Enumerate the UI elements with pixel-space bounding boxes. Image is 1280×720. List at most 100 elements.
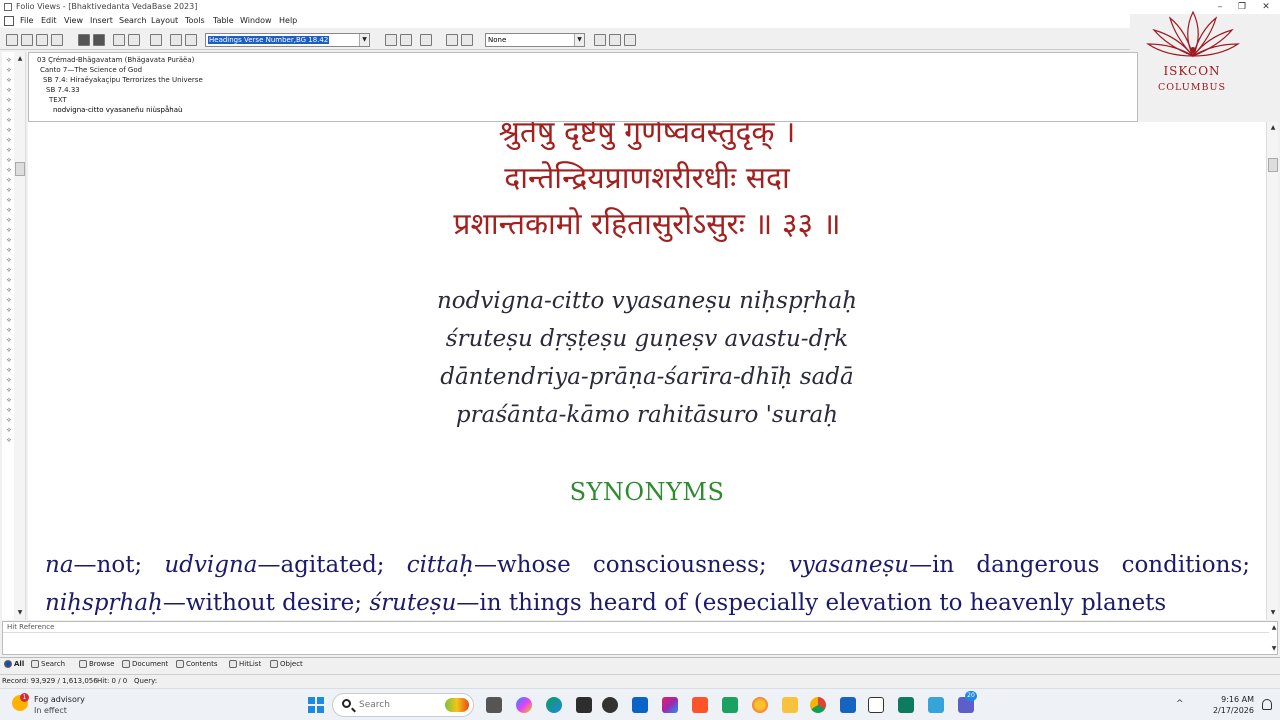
gutter-marker-icon[interactable]: ⟡ [5,436,13,444]
dell-icon[interactable] [602,697,618,713]
marker-icon[interactable] [609,34,621,46]
gutter-marker-icon[interactable]: ⟡ [5,306,13,314]
back-icon[interactable] [113,34,125,46]
tray-chevron-icon[interactable]: ^ [1176,699,1184,709]
tab-all[interactable]: All [4,659,24,669]
arrow-left-icon[interactable] [385,34,397,46]
taskbar-search[interactable] [332,693,474,717]
gutter-marker-icon[interactable]: ⟡ [5,236,13,244]
scroll-thumb[interactable] [1268,158,1278,172]
tree-item-chapter[interactable]: SB 7.4: Hiraëyakaçipu Terrorizes the Uni… [43,76,203,84]
gutter-marker-icon[interactable]: ⟡ [5,276,13,284]
gutter-marker-icon[interactable]: ⟡ [5,426,13,434]
jump-icon[interactable] [420,34,432,46]
gutter-marker-icon[interactable]: ⟡ [5,256,13,264]
gutter-marker-icon[interactable]: ⟡ [5,266,13,274]
binoculars-icon[interactable] [78,34,90,46]
gutter-marker-icon[interactable]: ⟡ [5,176,13,184]
tab-browse[interactable]: Browse [79,659,115,669]
outlook-icon[interactable] [632,697,648,713]
paste-icon[interactable] [461,34,473,46]
query-combo[interactable]: Headings Verse Number,BG 18.42 ▼ [205,33,370,47]
tree-item-verse-line[interactable]: nodvigna-citto vyasaneñu niùspåhaù [53,106,182,114]
scroll-up-icon[interactable]: ▲ [1268,123,1278,133]
menu-layout[interactable]: Layout [151,16,178,25]
gutter-marker-icon[interactable]: ⟡ [5,66,13,74]
edge-icon[interactable] [546,697,562,713]
tab-object[interactable]: Object [270,659,303,669]
tree-item-verse[interactable]: SB 7.4.33 [46,86,80,94]
menu-help[interactable]: Help [279,16,297,25]
gutter-marker-icon[interactable]: ⟡ [5,356,13,364]
chrome-icon[interactable] [810,697,826,713]
tree-item-collection[interactable]: 03 Çrémad-Bhägavatam (Bhägavata Puräëa) [37,56,194,64]
photos-icon[interactable] [662,697,678,713]
arrow-right-icon[interactable] [400,34,412,46]
scroll-thumb[interactable] [15,162,25,176]
gutter-marker-icon[interactable]: ⟡ [5,76,13,84]
remote-desktop-icon[interactable] [840,697,856,713]
store-icon[interactable] [576,697,592,713]
highlighter-icon[interactable] [594,34,606,46]
chevron-down-icon[interactable]: ▼ [359,34,369,46]
scroll-up-icon[interactable]: ▲ [15,54,25,64]
menu-tools[interactable]: Tools [185,16,205,25]
previous-hit-icon[interactable] [170,34,182,46]
save-icon[interactable] [36,34,48,46]
document-view-icon[interactable] [150,34,162,46]
copy-icon[interactable] [446,34,458,46]
folio-views-icon[interactable] [868,697,884,713]
gutter-marker-icon[interactable]: ⟡ [5,96,13,104]
gutter-marker-icon[interactable]: ⟡ [5,196,13,204]
notes-icon[interactable] [898,697,914,713]
left-scrollbar[interactable]: ▲ ▼ [14,52,26,620]
gutter-marker-icon[interactable]: ⟡ [5,166,13,174]
weather-title[interactable]: Fog advisory [34,695,85,704]
eraser-icon[interactable] [624,34,636,46]
print-icon[interactable] [51,34,63,46]
gutter-marker-icon[interactable]: ⟡ [5,226,13,234]
gutter-marker-icon[interactable]: ⟡ [5,406,13,414]
scroll-down-icon[interactable]: ▼ [1269,644,1279,654]
chrome-canary-icon[interactable] [752,697,768,713]
scroll-up-icon[interactable]: ▲ [1269,623,1279,633]
gutter-marker-icon[interactable]: ⟡ [5,136,13,144]
menu-search[interactable]: Search [119,16,146,25]
gutter-marker-icon[interactable]: ⟡ [5,316,13,324]
search-highlight-icon[interactable] [445,698,469,712]
open-icon[interactable] [21,34,33,46]
tree-item-canto[interactable]: Canto 7—The Science of God [40,66,142,74]
gutter-marker-icon[interactable]: ⟡ [5,386,13,394]
gutter-marker-icon[interactable]: ⟡ [5,286,13,294]
scroll-down-icon[interactable]: ▼ [1268,608,1278,618]
notification-bell-icon[interactable] [1262,699,1272,710]
gutter-marker-icon[interactable]: ⟡ [5,366,13,374]
tab-hitlist[interactable]: HitList [229,659,261,669]
next-hit-icon[interactable] [185,34,197,46]
menu-window[interactable]: Window [240,16,272,25]
gutter-marker-icon[interactable]: ⟡ [5,56,13,64]
document-icon[interactable] [4,16,14,26]
gutter-marker-icon[interactable]: ⟡ [5,216,13,224]
tab-document[interactable]: Document [122,659,168,669]
gutter-marker-icon[interactable]: ⟡ [5,116,13,124]
clock-date[interactable]: 2/17/2026 [1206,706,1254,715]
taskbar-search-input[interactable] [359,698,439,712]
close-icon[interactable]: ✕ [1256,1,1276,13]
tab-contents[interactable]: Contents [176,659,218,669]
task-view-icon[interactable] [486,697,502,713]
gutter-marker-icon[interactable]: ⟡ [5,336,13,344]
gutter-marker-icon[interactable]: ⟡ [5,206,13,214]
forward-icon[interactable] [128,34,140,46]
copilot-icon[interactable] [516,697,532,713]
gutter-marker-icon[interactable]: ⟡ [5,296,13,304]
query-icon[interactable] [93,34,105,46]
gutter-marker-icon[interactable]: ⟡ [5,186,13,194]
chevron-down-icon[interactable]: ▼ [574,34,584,46]
gutter-marker-icon[interactable]: ⟡ [5,376,13,384]
gutter-marker-icon[interactable]: ⟡ [5,146,13,154]
menu-edit[interactable]: Edit [41,16,57,25]
new-icon[interactable] [6,34,18,46]
tab-search[interactable]: Search [31,659,65,669]
clock-time[interactable]: 9:16 AM [1214,695,1254,704]
